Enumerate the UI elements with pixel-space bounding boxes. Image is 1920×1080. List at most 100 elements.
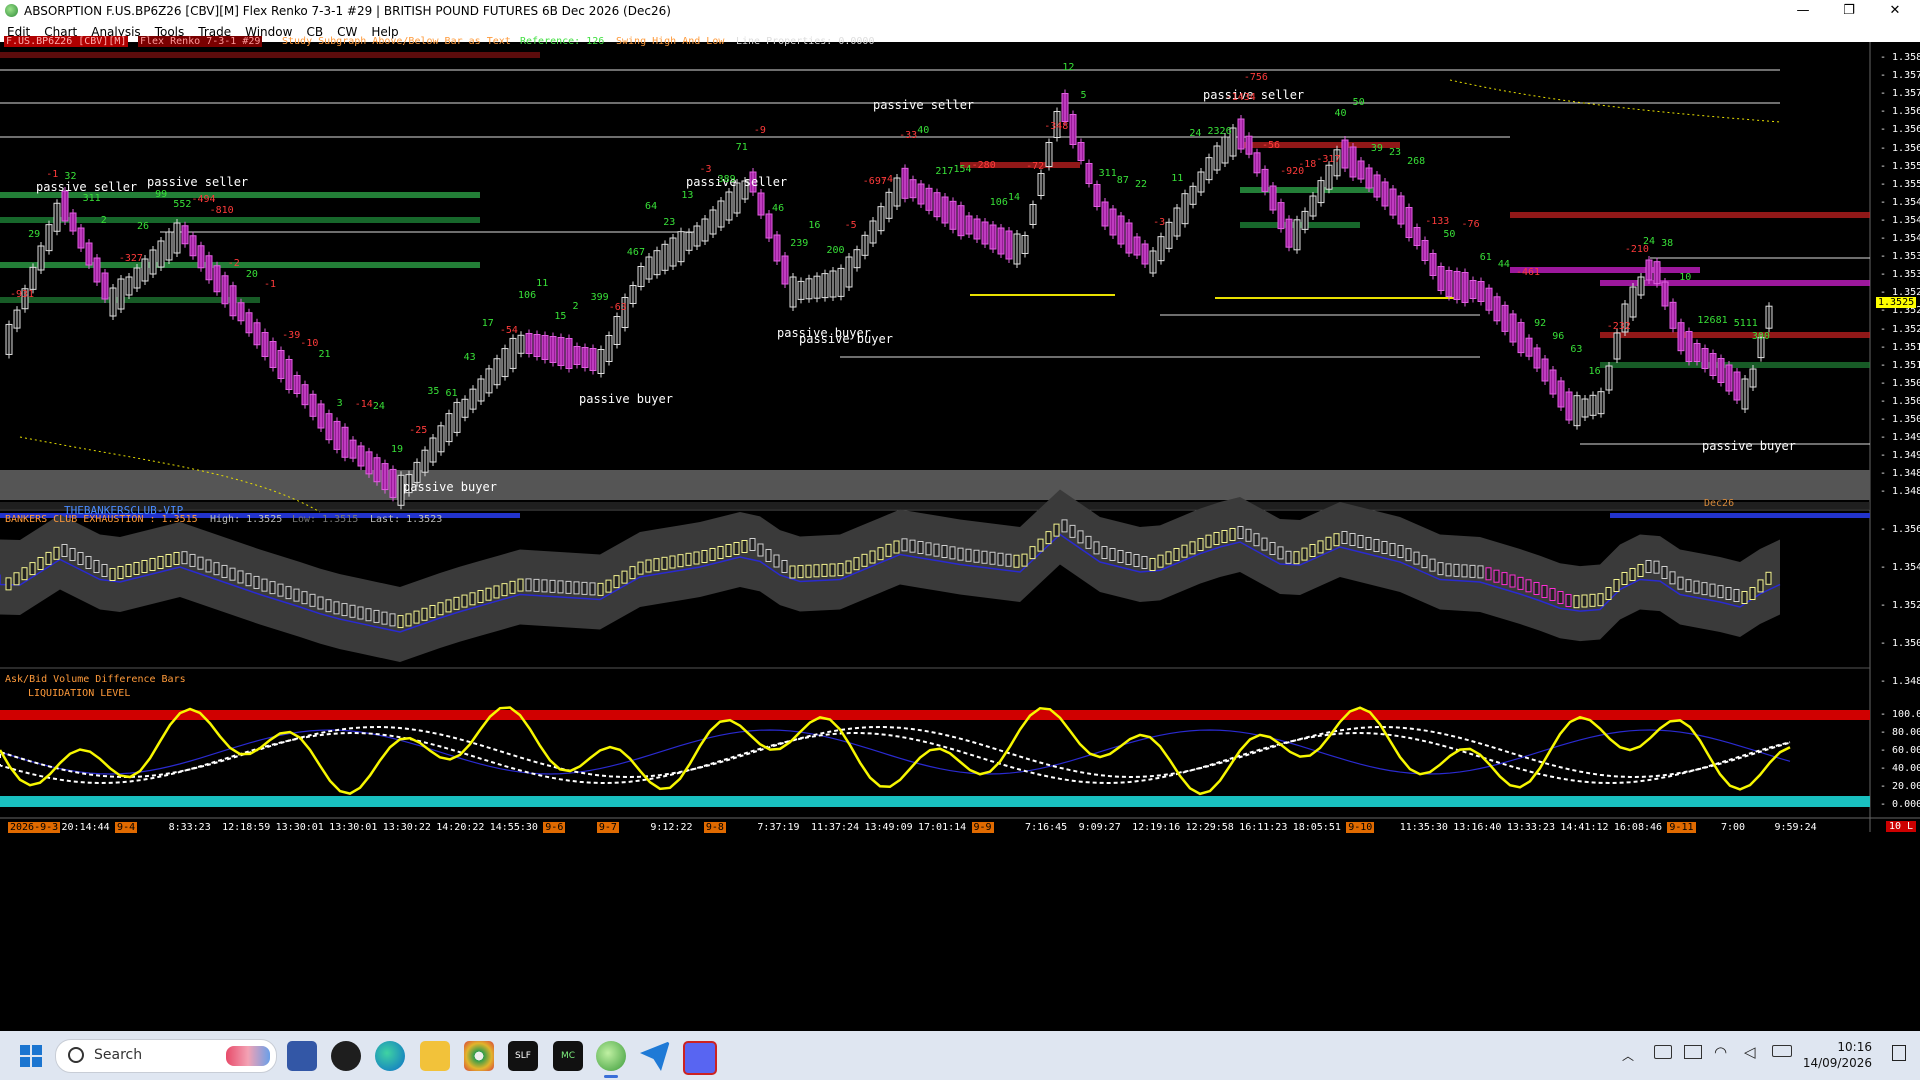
exhaustion-candle <box>21 567 28 581</box>
exhaustion-candle <box>1637 564 1644 577</box>
battery-icon[interactable] <box>1772 1045 1792 1057</box>
exhaustion-candle <box>1237 526 1244 539</box>
exhaustion-candle <box>317 596 324 610</box>
exhaustion-candle <box>1029 546 1036 560</box>
delta-label: -56 <box>1261 140 1281 152</box>
chart-area[interactable]: F.US.BP6Z26 [CBV][M] Flex Renko 7-3-1 #2… <box>0 36 1920 1022</box>
wifi-icon[interactable]: ◠ <box>1714 1043 1727 1061</box>
exhaustion-candle <box>701 550 708 563</box>
slf-app-icon[interactable]: SLF <box>508 1041 538 1071</box>
maps-app-icon[interactable] <box>331 1041 361 1071</box>
exhaustion-candle <box>645 559 652 573</box>
oscillator-axis-label: - 80.000 <box>1880 727 1920 738</box>
time-axis-label: 13:30:01 <box>329 822 378 833</box>
maximize-button[interactable]: ❐ <box>1826 0 1872 22</box>
exhaustion-candle <box>269 581 276 595</box>
delta-label: -76 <box>1461 219 1480 231</box>
exhaustion-candle <box>757 543 764 557</box>
clock-date[interactable]: 14/09/2026 <box>1802 1056 1872 1070</box>
exhaustion-candle <box>1485 567 1492 581</box>
chevron-up-icon[interactable]: ︿ <box>1622 1047 1634 1064</box>
exhaustion-candle <box>1749 587 1756 600</box>
exhaustion-candle <box>525 578 532 592</box>
exhaustion-last: Last: 1.3523 <box>370 514 443 525</box>
delta-label: 46 <box>772 202 785 214</box>
exhaustion-candle <box>805 564 812 578</box>
exhaustion-candle <box>749 538 756 551</box>
volume-band <box>0 297 260 303</box>
exhaustion-candle <box>1565 594 1572 607</box>
price-axis-label: - 1.3556 <box>1880 160 1920 172</box>
delta-label: 24 <box>1189 128 1202 140</box>
time-axis-label: 20:14:44 <box>61 822 110 833</box>
windows-start-icon[interactable] <box>20 1045 42 1067</box>
blue-band <box>1610 513 1870 518</box>
chart-bartype-label: Flex Renko 7-3-1 #29 <box>138 36 263 47</box>
time-axis-label: 12:18:59 <box>222 822 271 833</box>
delta-label: 43 <box>463 352 476 364</box>
delta-label: -4 <box>880 173 893 185</box>
exhaustion-candle <box>293 588 300 602</box>
file-explorer-icon[interactable] <box>420 1041 450 1071</box>
lower-grey-band <box>0 470 1870 500</box>
exhaustion-candle <box>1717 585 1724 599</box>
delta-label: 22 <box>1134 178 1147 190</box>
oscillator-axis-label: - 0.0000 <box>1880 799 1920 810</box>
close-button[interactable]: ✕ <box>1872 0 1918 22</box>
volume-band <box>0 502 1870 510</box>
delta-label: -810 <box>209 204 234 216</box>
exhaustion-candle <box>1397 545 1404 558</box>
delta-label: -54 <box>499 324 518 336</box>
time-axis-label: 9-8 <box>703 822 726 833</box>
delta-label: -317 <box>1316 154 1341 166</box>
exhaustion-candle <box>53 546 60 560</box>
exhaustion-candle <box>109 568 116 581</box>
exhaustion-candle <box>1757 579 1764 593</box>
sierra-chart-icon[interactable] <box>596 1041 626 1071</box>
taskbar-search-box[interactable]: Search <box>55 1039 277 1073</box>
exhaustion-candle <box>1421 555 1428 569</box>
notification-icon[interactable] <box>1892 1045 1906 1061</box>
exhaustion-axis-label: - 1.3480 <box>1880 676 1920 687</box>
volume-icon[interactable]: ◁ <box>1744 1043 1756 1061</box>
telegram-icon[interactable] <box>640 1041 670 1071</box>
delta-label: 5 <box>1080 90 1087 102</box>
delta-label: -18 <box>1298 159 1317 171</box>
exhaustion-candle <box>469 592 476 606</box>
exhaustion-candle <box>197 556 204 570</box>
delta-label: 13 <box>681 190 694 202</box>
exhaustion-candle <box>429 605 436 618</box>
volume-band <box>0 262 480 268</box>
clock-time[interactable]: 10:16 <box>1812 1040 1872 1054</box>
exhaustion-candle <box>1101 546 1108 559</box>
exhaustion-candle <box>773 554 780 568</box>
exhaustion-candle <box>405 613 412 627</box>
exhaustion-candle <box>1293 551 1300 565</box>
oscillator-axis-label: - 60.000 <box>1880 745 1920 756</box>
discord-icon[interactable] <box>683 1041 717 1075</box>
price-axis-label: - 1.3532 <box>1880 269 1920 281</box>
exhaustion-candle <box>1061 519 1068 533</box>
keyboard-icon[interactable] <box>1654 1045 1672 1059</box>
exhaustion-candle <box>1469 564 1476 578</box>
chart-canvas[interactable] <box>0 42 1920 1022</box>
time-axis-label: 9-9 <box>971 822 994 833</box>
display-icon[interactable] <box>1684 1045 1702 1059</box>
exhaustion-candle <box>797 565 804 579</box>
price-axis-label: - 1.3564 <box>1880 124 1920 136</box>
exhaustion-candle <box>621 570 628 584</box>
exhaustion-axis-label: - 1.3540 <box>1880 562 1920 573</box>
exhaustion-candle <box>509 580 516 594</box>
oscillator-axis-label: - 40.000 <box>1880 763 1920 774</box>
edge-browser-icon[interactable] <box>375 1041 405 1071</box>
network-app-icon[interactable] <box>287 1041 317 1071</box>
mc-markets-icon[interactable]: MC <box>553 1041 583 1071</box>
chrome-like-icon[interactable] <box>464 1041 494 1071</box>
time-axis-label: 18:05:51 <box>1292 822 1341 833</box>
time-axis-label: 11:35:30 <box>1399 822 1448 833</box>
minimize-button[interactable]: — <box>1780 0 1826 22</box>
exhaustion-candle <box>1437 562 1444 576</box>
price-pane[interactable] <box>0 42 1870 510</box>
exhaustion-candle <box>789 565 796 579</box>
volume-band <box>0 52 540 58</box>
